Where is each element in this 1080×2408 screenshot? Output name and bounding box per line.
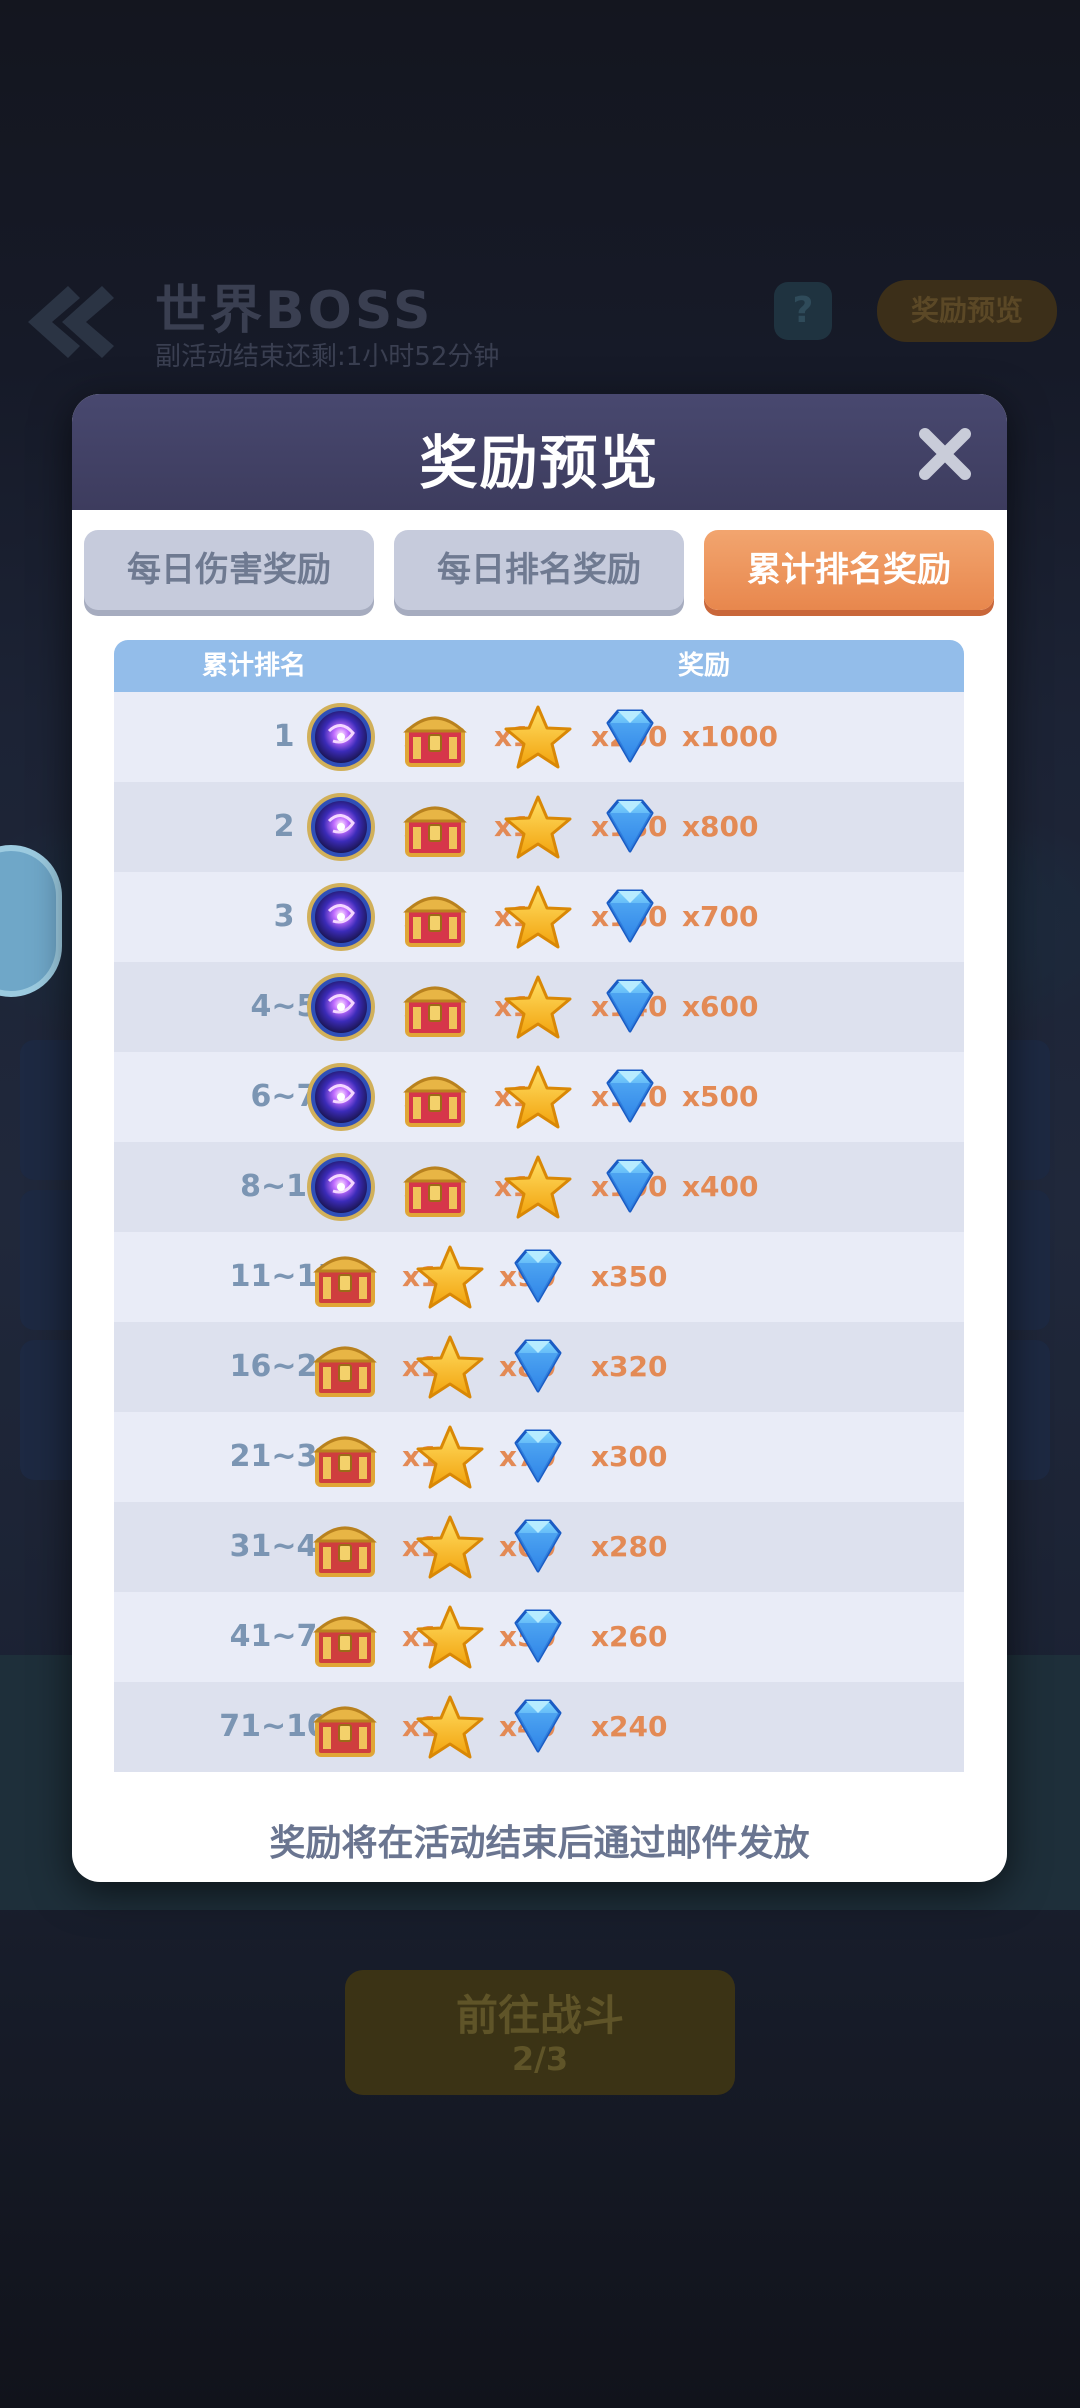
gold-chest-icon[interactable] <box>309 1691 381 1763</box>
reward-quantity: x280 <box>591 1530 668 1563</box>
star-icon[interactable] <box>414 1691 486 1763</box>
diamond-icon[interactable] <box>502 1511 574 1583</box>
modal-title: 奖励预览 <box>419 429 660 497</box>
gold-chest-icon[interactable] <box>309 1601 381 1673</box>
diamond-icon[interactable] <box>502 1691 574 1763</box>
column-reward-header: 奖励 <box>677 651 730 681</box>
reward-quantity: x400 <box>682 1170 759 1203</box>
table-row: 8~10x1x1x100x400 <box>114 1142 964 1232</box>
galaxy-orb-icon[interactable] <box>305 881 377 953</box>
star-icon[interactable] <box>414 1241 486 1313</box>
table-header: 累计排名 奖励 <box>114 640 964 692</box>
help-icon: ? <box>774 282 832 340</box>
reward-quantity: x1000 <box>682 720 778 753</box>
table-row: 2x1x1x180x800 <box>114 782 964 872</box>
galaxy-orb-icon[interactable] <box>305 1061 377 1133</box>
star-icon[interactable] <box>502 1061 574 1133</box>
go-fight-label: 前往战斗 <box>455 1991 624 2040</box>
reward-quantity: x600 <box>682 990 759 1023</box>
diamond-icon[interactable] <box>594 1151 666 1223</box>
mail-delivery-note: 奖励将在活动结束后通过邮件发放 <box>269 1823 810 1864</box>
gold-chest-icon[interactable] <box>309 1421 381 1493</box>
star-icon[interactable] <box>502 971 574 1043</box>
reward-quantity: x320 <box>591 1350 668 1383</box>
galaxy-orb-icon[interactable] <box>305 701 377 773</box>
table-row: 4~5x1x1x140x600 <box>114 962 964 1052</box>
red-chest-icon[interactable] <box>399 791 471 863</box>
star-icon[interactable] <box>414 1601 486 1673</box>
reward-quantity: x260 <box>591 1620 668 1653</box>
red-chest-icon[interactable] <box>399 701 471 773</box>
table-row: 71~100x1x40x240 <box>114 1682 964 1772</box>
table-row: 1x1x1x200x1000 <box>114 692 964 782</box>
diamond-icon[interactable] <box>502 1241 574 1313</box>
table-row: 11~15x1x90x350 <box>114 1232 964 1322</box>
table-row: 3x1x1x160x700 <box>114 872 964 962</box>
diamond-icon[interactable] <box>594 971 666 1043</box>
tab-cumulative-rank[interactable]: 累计排名奖励 <box>704 530 994 610</box>
table-row: 31~40x1x60x280 <box>114 1502 964 1592</box>
red-chest-icon[interactable] <box>399 1061 471 1133</box>
table-row: 41~70x1x50x260 <box>114 1592 964 1682</box>
reward-quantity: x350 <box>591 1260 668 1293</box>
star-icon[interactable] <box>414 1331 486 1403</box>
star-icon[interactable] <box>502 881 574 953</box>
table-row: 6~7x1x1x120x500 <box>114 1052 964 1142</box>
diamond-icon[interactable] <box>502 1601 574 1673</box>
diamond-icon[interactable] <box>594 881 666 953</box>
table-row: 21~30x1x70x300 <box>114 1412 964 1502</box>
diamond-icon[interactable] <box>594 791 666 863</box>
reward-quantity: x800 <box>682 810 759 843</box>
table-row: 16~20x1x80x320 <box>114 1322 964 1412</box>
background-subtitle: 副活动结束还剩:1小时52分钟 <box>155 342 500 372</box>
diamond-icon[interactable] <box>594 1061 666 1133</box>
diamond-icon[interactable] <box>502 1421 574 1493</box>
column-rank-header: 累计排名 <box>201 651 306 681</box>
galaxy-orb-icon[interactable] <box>305 1151 377 1223</box>
close-icon[interactable] <box>915 424 975 484</box>
red-chest-icon[interactable] <box>399 881 471 953</box>
tab-daily-rank[interactable]: 每日排名奖励 <box>394 530 684 610</box>
reward-preview-button: 奖励预览 <box>877 280 1057 342</box>
star-icon[interactable] <box>502 701 574 773</box>
galaxy-orb-icon[interactable] <box>305 791 377 863</box>
gold-chest-icon[interactable] <box>309 1331 381 1403</box>
diamond-icon[interactable] <box>502 1331 574 1403</box>
reward-table[interactable]: 累计排名 奖励 1x1x1x200x10002x1x1x180x8003x1x1… <box>114 640 964 1810</box>
diamond-icon[interactable] <box>594 701 666 773</box>
star-icon[interactable] <box>414 1421 486 1493</box>
go-fight-count: 2/3 <box>511 2040 569 2078</box>
reward-quantity: x240 <box>591 1710 668 1743</box>
gold-chest-icon[interactable] <box>309 1241 381 1313</box>
back-arrow-icon <box>28 286 114 358</box>
reward-preview-modal: 奖励预览 每日伤害奖励 每日排名奖励 累计排名奖励 累计排名 奖励 1x1x1x… <box>72 394 1007 1882</box>
reward-quantity: x300 <box>591 1440 668 1473</box>
reward-quantity: x700 <box>682 900 759 933</box>
side-portrait <box>0 845 62 997</box>
tab-daily-damage[interactable]: 每日伤害奖励 <box>84 530 374 610</box>
galaxy-orb-icon[interactable] <box>305 971 377 1043</box>
background-title: 世界BOSS <box>155 281 434 341</box>
star-icon[interactable] <box>414 1511 486 1583</box>
red-chest-icon[interactable] <box>399 971 471 1043</box>
star-icon[interactable] <box>502 1151 574 1223</box>
star-icon[interactable] <box>502 791 574 863</box>
gold-chest-icon[interactable] <box>309 1511 381 1583</box>
red-chest-icon[interactable] <box>399 1151 471 1223</box>
reward-quantity: x500 <box>682 1080 759 1113</box>
